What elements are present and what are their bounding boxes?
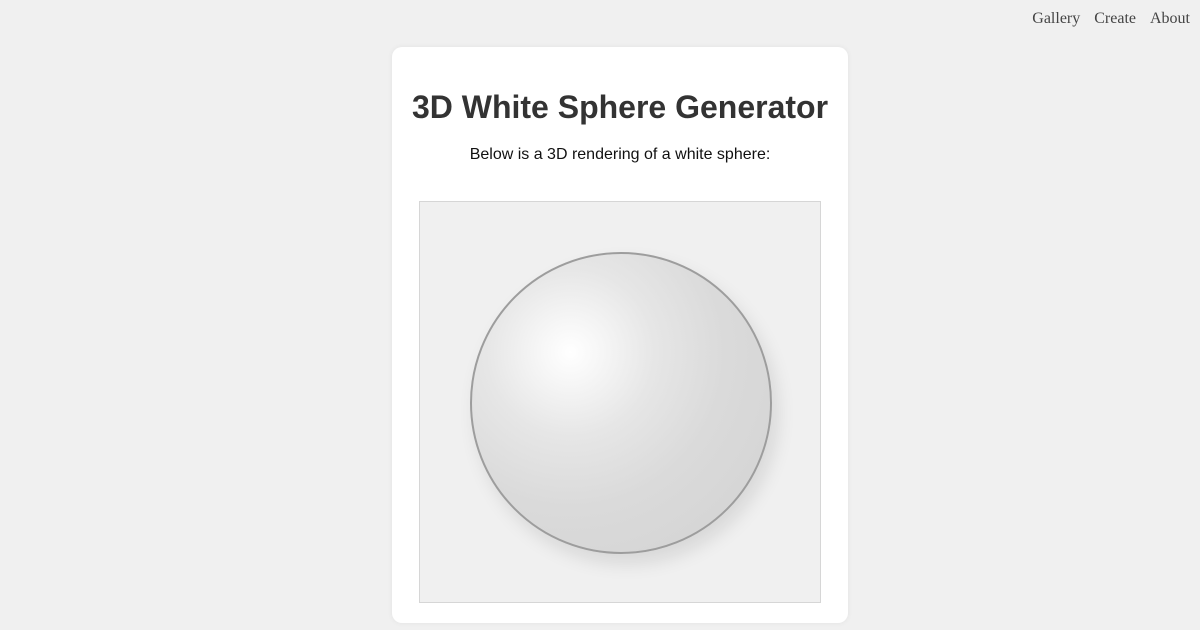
page-description: Below is a 3D rendering of a white spher… xyxy=(469,146,771,163)
top-nav: Gallery Create About xyxy=(1032,9,1190,29)
main-card: 3D White Sphere Generator Below is a 3D … xyxy=(392,47,848,623)
nav-link-create[interactable]: Create xyxy=(1094,9,1136,29)
render-viewport xyxy=(419,201,821,603)
nav-link-gallery[interactable]: Gallery xyxy=(1032,9,1080,29)
nav-link-about[interactable]: About xyxy=(1150,9,1190,29)
page-title: 3D White Sphere Generator xyxy=(411,89,829,125)
white-sphere-render xyxy=(470,252,772,554)
